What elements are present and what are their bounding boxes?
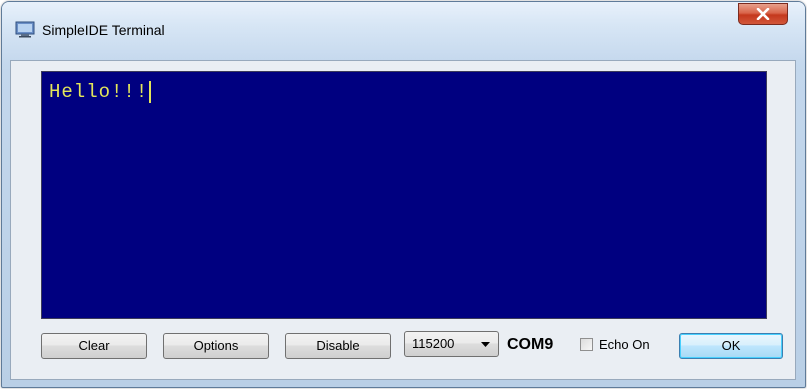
echo-on-checkbox[interactable] bbox=[580, 338, 593, 351]
chevron-down-icon bbox=[481, 342, 490, 347]
terminal-window: SimpleIDE Terminal Hello!!! Clear Option… bbox=[1, 1, 806, 388]
terminal-window-icon bbox=[15, 21, 35, 38]
echo-on-label[interactable]: Echo On bbox=[599, 336, 650, 354]
baud-rate-value: 115200 bbox=[412, 336, 455, 351]
terminal-client-area: Hello!!! Clear Options Disable 115200 CO… bbox=[10, 60, 796, 380]
disable-button[interactable]: Disable bbox=[285, 333, 391, 359]
close-button[interactable] bbox=[738, 3, 788, 25]
terminal-output-text: Hello!!! bbox=[49, 81, 152, 103]
title-bar[interactable]: SimpleIDE Terminal bbox=[2, 2, 805, 60]
options-button[interactable]: Options bbox=[163, 333, 269, 359]
terminal-output-area[interactable]: Hello!!! bbox=[41, 71, 767, 319]
baud-rate-select[interactable]: 115200 bbox=[404, 331, 499, 357]
clear-button[interactable]: Clear bbox=[41, 333, 147, 359]
ok-button[interactable]: OK bbox=[679, 333, 783, 359]
window-title: SimpleIDE Terminal bbox=[42, 22, 165, 38]
terminal-output-line: Hello!!! bbox=[49, 81, 149, 103]
text-caret bbox=[149, 81, 152, 103]
com-port-label: COM9 bbox=[507, 336, 554, 353]
close-x-icon bbox=[756, 8, 770, 20]
